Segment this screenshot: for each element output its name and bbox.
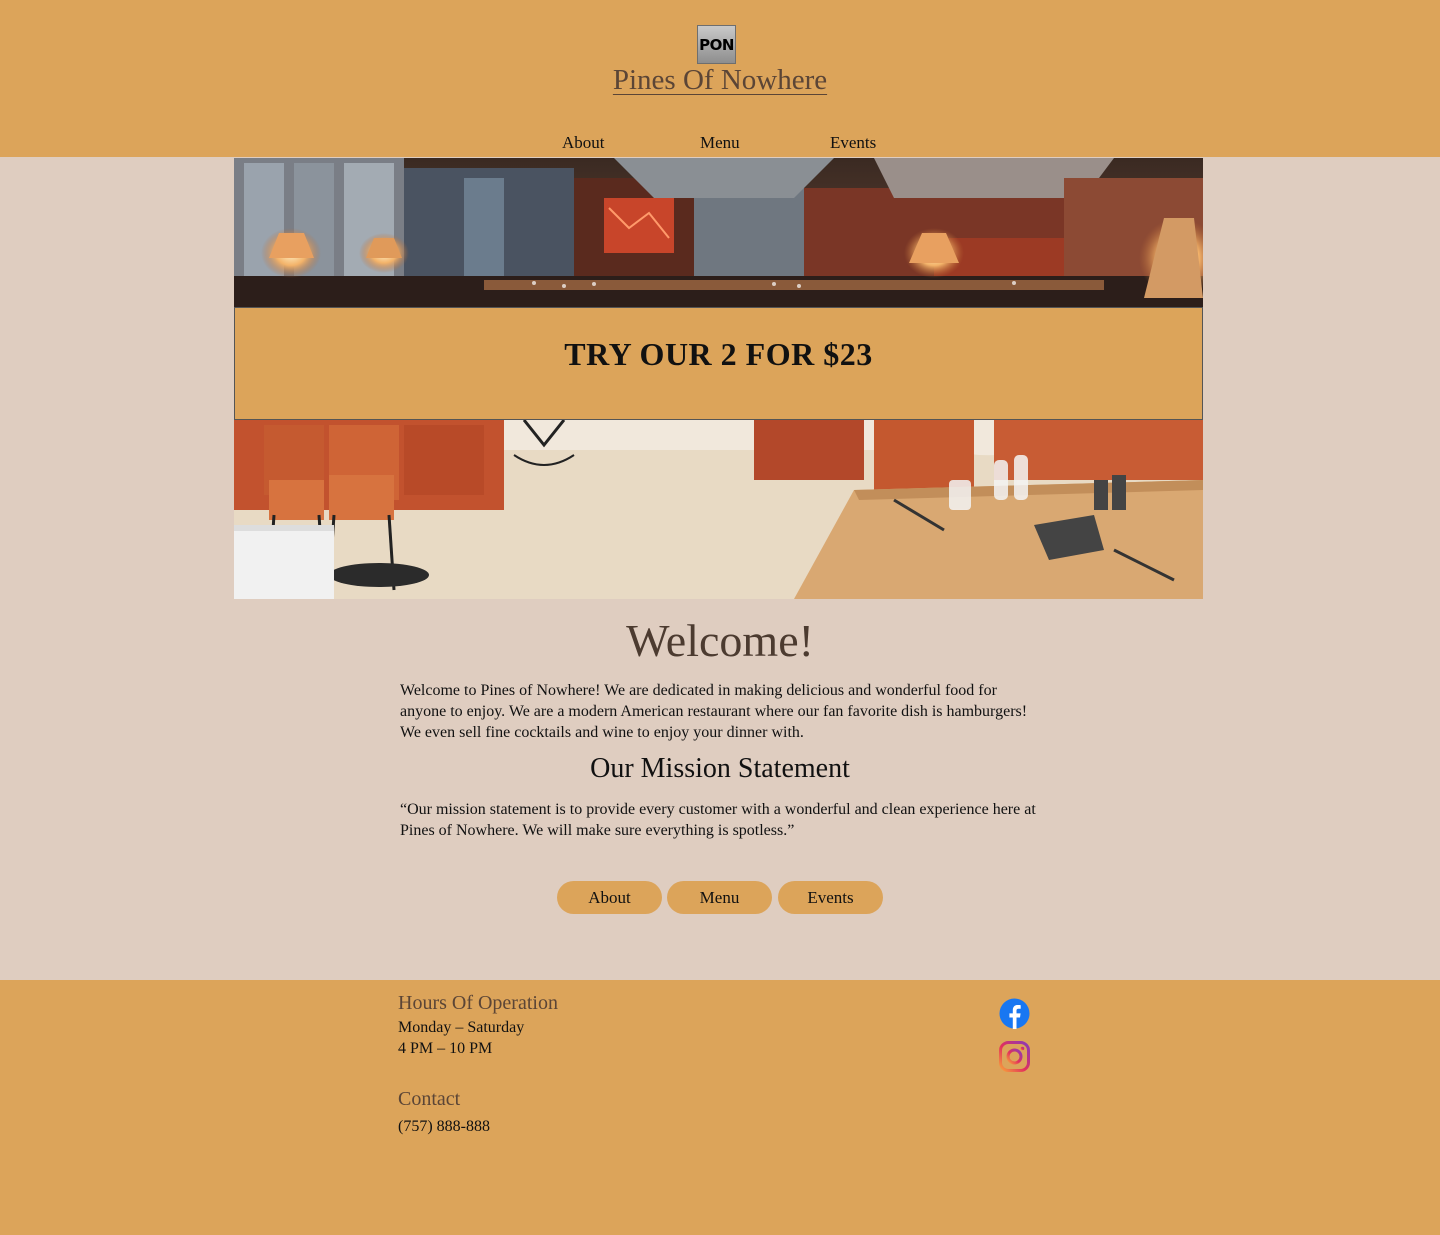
contact-heading: Contact — [398, 1088, 461, 1110]
nav-about-link[interactable]: About — [562, 133, 605, 153]
hero-image-interior — [234, 158, 1203, 307]
hours-heading: Hours Of Operation — [398, 992, 558, 1014]
hero-image-dining — [234, 420, 1203, 599]
nav-menu-link[interactable]: Menu — [700, 133, 740, 153]
site-footer: Hours Of Operation Monday – Saturday 4 P… — [0, 980, 1440, 1235]
restaurant-interior-image — [234, 158, 1203, 307]
mission-heading: Our Mission Statement — [590, 753, 850, 784]
logo[interactable]: PON — [697, 25, 736, 64]
dining-tables-image — [234, 420, 1203, 599]
facebook-icon[interactable] — [999, 998, 1030, 1029]
site-header: PON Pines Of Nowhere About Menu Events — [0, 0, 1440, 157]
hours-days: Monday – Saturday — [398, 1019, 525, 1036]
about-button[interactable]: About — [557, 881, 662, 914]
logo-text: PON — [699, 35, 734, 54]
welcome-heading: Welcome! — [626, 615, 814, 666]
events-button[interactable]: Events — [778, 881, 883, 914]
promo-banner: TRY OUR 2 FOR $23 — [234, 307, 1203, 420]
nav-events-link[interactable]: Events — [830, 133, 876, 153]
mission-text: “Our mission statement is to provide eve… — [400, 801, 1036, 839]
promo-text: TRY OUR 2 FOR $23 — [564, 336, 873, 372]
menu-button[interactable]: Menu — [667, 881, 772, 914]
site-title[interactable]: Pines Of Nowhere — [0, 64, 1440, 97]
welcome-text: Welcome to Pines of Nowhere! We are dedi… — [400, 682, 1028, 741]
instagram-icon[interactable] — [999, 1041, 1030, 1072]
phone-number: (757) 888-888 — [398, 1118, 490, 1135]
hours-times: 4 PM – 10 PM — [398, 1040, 493, 1057]
